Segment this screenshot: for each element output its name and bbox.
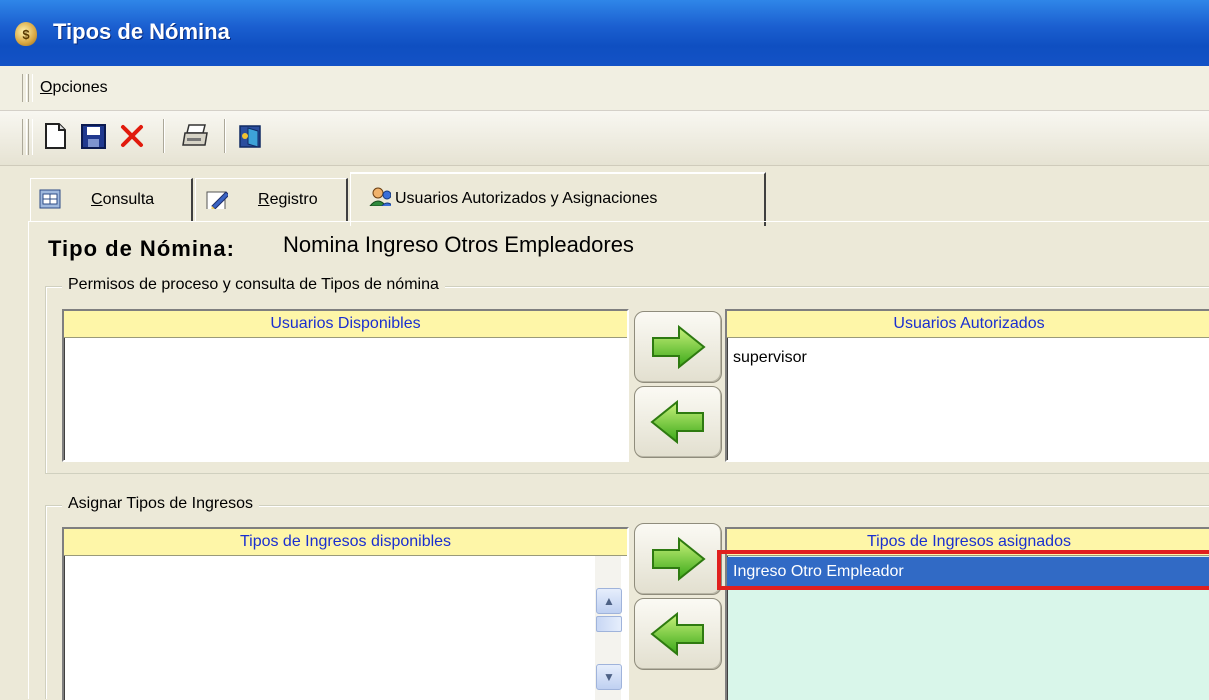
- add-usuario-button[interactable]: [634, 311, 722, 383]
- exit-button[interactable]: [237, 121, 265, 151]
- arrow-left-icon: [650, 399, 704, 445]
- list-item[interactable]: supervisor: [733, 349, 807, 367]
- delete-x-icon: [121, 125, 143, 147]
- toolbar-separator-2: [224, 119, 226, 153]
- usuarios-disponibles-list[interactable]: Usuarios Disponibles: [62, 309, 629, 462]
- tab-consulta-rest: onsulta: [102, 191, 155, 208]
- toolbar-grip[interactable]: [22, 119, 27, 155]
- query-grid-icon: [39, 189, 61, 209]
- print-icon: [182, 124, 208, 146]
- tab-consulta-label: Consulta: [91, 191, 154, 209]
- usuarios-autorizados-header[interactable]: Usuarios Autorizados: [727, 311, 1209, 338]
- scroll-up-button[interactable]: ▲: [596, 588, 622, 614]
- tipo-nomina-label: Tipo de Nómina:: [48, 236, 235, 261]
- tab-registro-rest: egistro: [269, 191, 318, 208]
- menu-opciones-label: pciones: [52, 79, 108, 96]
- print-button[interactable]: [181, 121, 209, 151]
- edit-pencil-icon: [206, 191, 228, 209]
- menubar-grip-2[interactable]: [28, 74, 33, 102]
- tipo-nomina-value: Nomina Ingreso Otros Empleadores: [283, 232, 634, 257]
- ingresos-disponibles-scrollbar[interactable]: ▲ ▼: [595, 556, 622, 700]
- menubar-grip[interactable]: [22, 74, 27, 102]
- money-bag-icon: $: [15, 22, 37, 46]
- new-document-icon: [45, 123, 66, 149]
- ingresos-disponibles-list[interactable]: Tipos de Ingresos disponibles ▲ ▼: [62, 527, 629, 700]
- toolbar-separator: [163, 119, 165, 153]
- usuarios-disponibles-header[interactable]: Usuarios Disponibles: [64, 311, 627, 338]
- tab-registro[interactable]: Registro: [195, 178, 348, 221]
- exit-door-icon: [239, 125, 261, 148]
- scroll-thumb[interactable]: [596, 616, 622, 632]
- new-document-button[interactable]: [41, 121, 69, 151]
- save-button[interactable]: [79, 121, 107, 151]
- title-bar[interactable]: $ Tipos de Nómina: [0, 0, 1209, 67]
- arrow-left-icon: [650, 611, 704, 657]
- menu-opciones[interactable]: Opciones: [40, 79, 108, 97]
- users-icon: [369, 187, 391, 206]
- tab-registro-label: Registro: [258, 191, 318, 209]
- menu-bar: [0, 66, 1209, 111]
- ingresos-group-title: Asignar Tipos de Ingresos: [62, 495, 259, 513]
- arrow-right-icon: [652, 324, 706, 370]
- tab-consulta[interactable]: Consulta: [30, 178, 193, 221]
- tab-usuarios-autorizados[interactable]: Usuarios Autorizados y Asignaciones: [350, 172, 766, 226]
- menu-opciones-mnemonic: O: [40, 79, 53, 96]
- tab-registro-mnemonic: R: [258, 191, 270, 208]
- selection-highlight-box: [717, 550, 1209, 590]
- toolbar-grip-2[interactable]: [28, 119, 33, 155]
- ingresos-disponibles-header[interactable]: Tipos de Ingresos disponibles: [64, 529, 627, 556]
- tab-consulta-mnemonic: C: [91, 191, 103, 208]
- permisos-group-title: Permisos de proceso y consulta de Tipos …: [62, 276, 445, 294]
- add-ingreso-button[interactable]: [634, 523, 722, 595]
- arrow-right-icon: [652, 536, 706, 582]
- remove-usuario-button[interactable]: [634, 386, 722, 458]
- remove-ingreso-button[interactable]: [634, 598, 722, 670]
- save-disk-icon: [81, 124, 106, 149]
- delete-button[interactable]: [118, 121, 146, 151]
- usuarios-autorizados-list[interactable]: Usuarios Autorizados supervisor: [725, 309, 1209, 462]
- scroll-down-button[interactable]: ▼: [596, 664, 622, 690]
- window-title: Tipos de Nómina: [53, 19, 230, 44]
- tab-usuarios-label: Usuarios Autorizados y Asignaciones: [395, 190, 658, 207]
